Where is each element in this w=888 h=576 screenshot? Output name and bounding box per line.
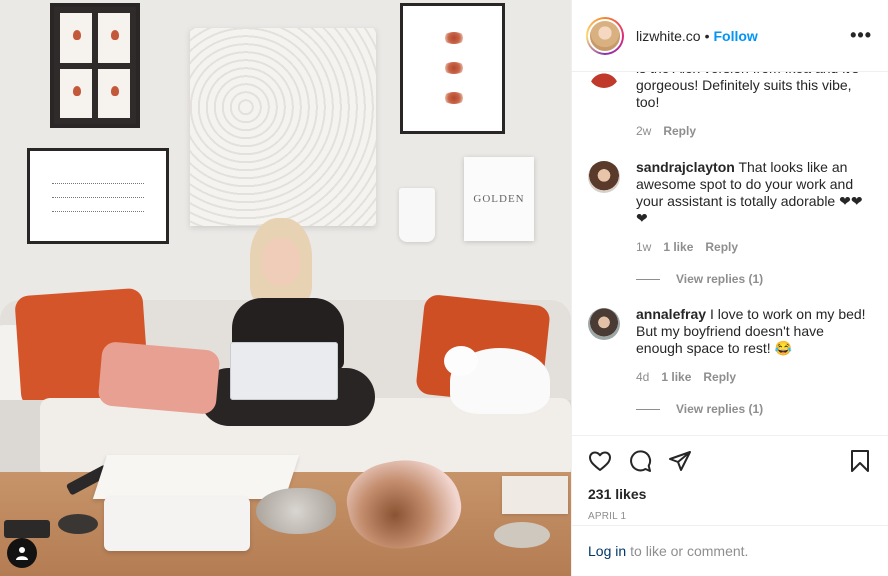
comment-avatar[interactable] bbox=[588, 72, 620, 88]
comment-item: is the Alex version from Ikea and it's g… bbox=[588, 72, 872, 138]
heart-icon bbox=[589, 451, 611, 471]
comment-meta: 1w 1 like Reply bbox=[636, 240, 872, 254]
photo-canvas-art bbox=[190, 28, 376, 226]
comment-meta: 2w Reply bbox=[636, 124, 872, 138]
author-avatar[interactable] bbox=[588, 18, 622, 53]
comment-item: sandrajclayton That looks like an awesom… bbox=[588, 159, 872, 254]
more-options-icon[interactable]: ••• bbox=[850, 25, 872, 46]
login-link[interactable]: Log in bbox=[588, 543, 626, 559]
comment-body: is the Alex version from Ikea and it's g… bbox=[636, 72, 859, 110]
author-username[interactable]: lizwhite.co bbox=[636, 28, 701, 44]
view-replies-label: View replies (1) bbox=[676, 402, 764, 416]
comment-username[interactable]: annalefray bbox=[636, 306, 706, 322]
post-side-panel: lizwhite.co • Follow ••• is the Alex ver… bbox=[571, 0, 888, 576]
comments-list[interactable]: is the Alex version from Ikea and it's g… bbox=[572, 72, 888, 435]
login-prompt-text: to like or comment. bbox=[630, 543, 749, 559]
save-button[interactable] bbox=[848, 449, 872, 473]
comment-time[interactable]: 4d bbox=[636, 370, 649, 384]
paper-plane-icon bbox=[669, 451, 691, 471]
comment-text: annalefray I love to work on my bed! But… bbox=[636, 306, 872, 357]
comment-username[interactable]: sandrajclayton bbox=[636, 159, 735, 175]
view-replies-button[interactable]: View replies (1) bbox=[588, 402, 872, 416]
action-icons-row bbox=[588, 438, 872, 484]
photo-moth-frame bbox=[400, 3, 505, 134]
view-replies-line bbox=[636, 408, 660, 410]
photo-bowl bbox=[58, 514, 98, 534]
comment-likes[interactable]: 1 like bbox=[663, 240, 693, 254]
comment-reply-button[interactable]: Reply bbox=[705, 240, 738, 254]
view-replies-line bbox=[636, 278, 660, 280]
photo-golden-sign: GOLDEN bbox=[464, 157, 534, 241]
comment-time[interactable]: 2w bbox=[636, 124, 651, 138]
photo-box bbox=[502, 476, 568, 514]
golden-sign-text: GOLDEN bbox=[473, 193, 525, 205]
photo-wall-pocket bbox=[399, 188, 435, 242]
post-photo[interactable]: GOLDEN bbox=[0, 0, 571, 576]
likes-count[interactable]: 231 likes bbox=[588, 486, 872, 502]
photo-pillow-pink bbox=[97, 340, 221, 416]
comment-avatar[interactable] bbox=[588, 161, 620, 193]
author-avatar-ring[interactable] bbox=[586, 16, 624, 55]
photo-script-frame bbox=[27, 148, 169, 244]
like-button[interactable] bbox=[588, 449, 612, 473]
comment-reply-button[interactable]: Reply bbox=[663, 124, 696, 138]
comment-avatar[interactable] bbox=[588, 308, 620, 340]
comment-bubble-icon bbox=[630, 450, 652, 472]
view-replies-label: View replies (1) bbox=[676, 272, 764, 286]
photo-dog bbox=[444, 346, 550, 414]
photo-grid-frame bbox=[50, 3, 140, 128]
comment-text: is the Alex version from Ikea and it's g… bbox=[636, 72, 872, 111]
comment-likes[interactable]: 1 like bbox=[661, 370, 691, 384]
photo-geode bbox=[256, 488, 336, 534]
follow-button[interactable]: Follow bbox=[714, 28, 758, 44]
post-header: lizwhite.co • Follow ••• bbox=[572, 0, 888, 72]
bookmark-icon bbox=[851, 450, 869, 472]
photo-laptop bbox=[230, 342, 338, 400]
comment-reply-button[interactable]: Reply bbox=[703, 370, 736, 384]
user-tag-button[interactable] bbox=[7, 538, 37, 568]
view-replies-button[interactable]: View replies (1) bbox=[588, 272, 872, 286]
comment-time[interactable]: 1w bbox=[636, 240, 651, 254]
comment-item: annalefray I love to work on my bed! But… bbox=[588, 306, 872, 384]
photo-crystal-block bbox=[104, 497, 250, 551]
user-silhouette-icon bbox=[16, 547, 28, 560]
photo-dish bbox=[494, 522, 550, 548]
photo-open-book bbox=[92, 455, 300, 499]
login-bar: Log in to like or comment. bbox=[572, 525, 888, 576]
post-actions: 231 likes APRIL 1 bbox=[572, 435, 888, 522]
comment-text: sandrajclayton That looks like an awesom… bbox=[636, 159, 872, 227]
share-button[interactable] bbox=[668, 449, 692, 473]
comment-button[interactable] bbox=[628, 449, 652, 473]
comment-meta: 4d 1 like Reply bbox=[636, 370, 872, 384]
post-date[interactable]: APRIL 1 bbox=[588, 511, 872, 522]
header-separator: • bbox=[704, 27, 710, 44]
photo-phone bbox=[4, 520, 50, 538]
